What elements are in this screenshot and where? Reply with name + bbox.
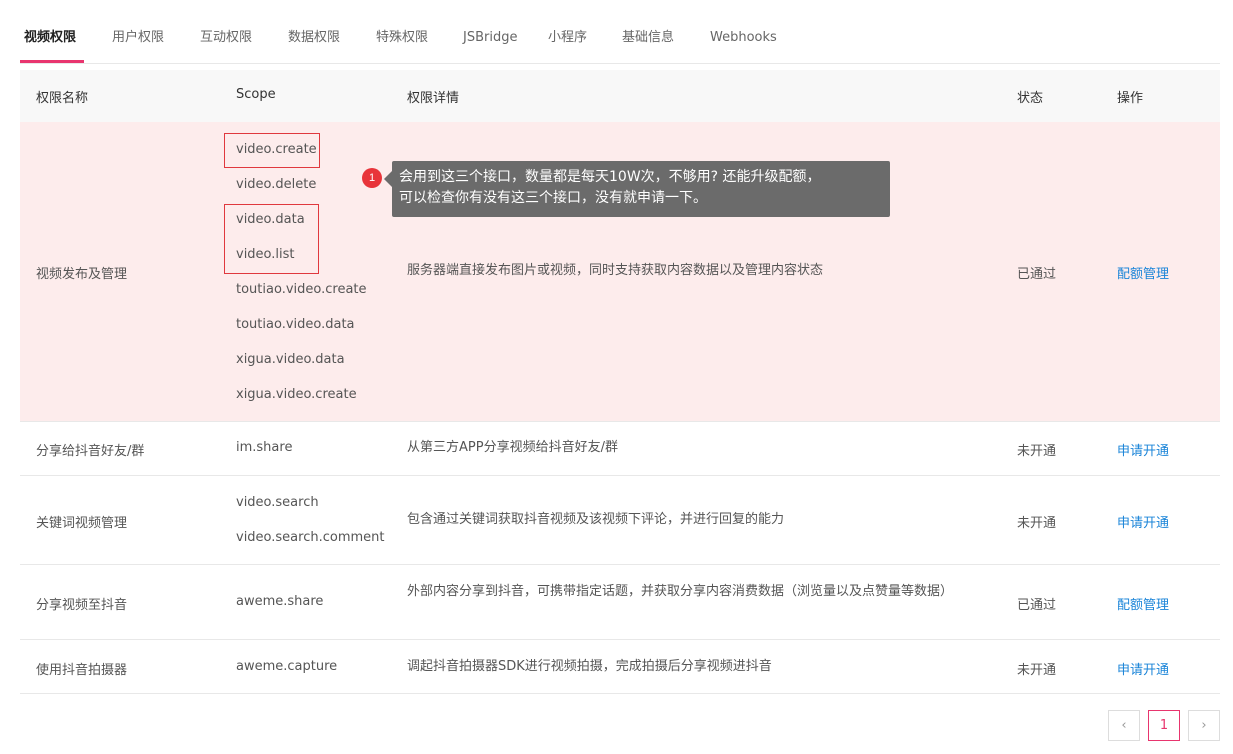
table-row: 分享视频至抖音 aweme.share 外部内容分享到抖音，可携带指定话题，并获… [20,565,1220,640]
status-badge: 未开通 [1017,444,1057,459]
tab-jsbridge[interactable]: JSBridge [463,28,517,48]
tab-bar: 视频权限 用户权限 互动权限 数据权限 特殊权限 JSBridge 小程序 基础… [20,0,1220,64]
scope-item: im.share [236,440,293,455]
scope-item: toutiao.video.data [236,317,355,332]
permission-name: 视频发布及管理 [36,267,128,282]
scope-item: video.search [236,495,319,510]
scope-item: aweme.capture [236,659,338,674]
prev-page-button[interactable]: ‹ [1108,710,1140,741]
table-row: 关键词视频管理 video.search video.search.commen… [20,476,1220,565]
apply-open-link[interactable]: 申请开通 [1117,512,1169,531]
permission-name: 分享视频至抖音 [36,598,128,613]
annotation-number-badge: 1 [362,168,382,188]
tab-basic-info[interactable]: 基础信息 [622,28,674,48]
tooltip-line: 可以检查你有没有这三个接口，没有就申请一下。 [399,190,707,206]
scope-item: xigua.video.create [236,387,357,402]
permission-name: 使用抖音拍摄器 [36,663,128,678]
status-badge: 已通过 [1017,267,1057,282]
tab-mini-program[interactable]: 小程序 [548,28,587,48]
status-badge: 未开通 [1017,663,1057,678]
table-row: 分享给抖音好友/群 im.share 从第三方APP分享视频给抖音好友/群 未开… [20,422,1220,476]
scope-item: video.delete [236,177,317,192]
tab-video-permissions[interactable]: 视频权限 [24,28,76,48]
tooltip-line: 会用到这三个接口，数量都是每天10W次，不够用? 还能升级配额， [399,169,821,185]
header-scope: Scope [236,87,276,102]
header-name: 权限名称 [36,91,89,106]
apply-open-link[interactable]: 申请开通 [1117,659,1169,678]
scope-item: toutiao.video.create [236,282,367,297]
scope-item: xigua.video.data [236,352,345,367]
header-action: 操作 [1117,91,1144,106]
permission-name: 分享给抖音好友/群 [36,444,145,459]
scope-item: aweme.share [236,594,324,609]
tab-special-permissions[interactable]: 特殊权限 [376,28,428,48]
permission-name: 关键词视频管理 [36,516,128,531]
tab-webhooks[interactable]: Webhooks [710,28,777,48]
header-status: 状态 [1017,91,1044,106]
annotation-highlight-box [224,204,319,274]
status-badge: 已通过 [1017,598,1057,613]
scope-item: video.search.comment [236,530,385,545]
permission-detail: 外部内容分享到抖音，可携带指定话题，并获取分享内容消费数据（浏览量以及点赞量等数… [407,584,954,599]
header-detail: 权限详情 [407,91,460,106]
permission-detail: 调起抖音拍摄器SDK进行视频拍摄，完成拍摄后分享视频进抖音 [407,659,772,674]
page-1-button[interactable]: 1 [1148,710,1180,741]
status-badge: 未开通 [1017,516,1057,531]
apply-open-link[interactable]: 申请开通 [1117,440,1169,459]
annotation-tooltip: 会用到这三个接口，数量都是每天10W次，不够用? 还能升级配额， 可以检查你有没… [392,161,890,217]
tab-interaction-permissions[interactable]: 互动权限 [200,28,252,48]
active-tab-indicator [20,60,84,63]
quota-manage-link[interactable]: 配额管理 [1117,263,1169,282]
table-row: 使用抖音拍摄器 aweme.capture 调起抖音拍摄器SDK进行视频拍摄，完… [20,640,1220,694]
table-header: 权限名称 Scope 权限详情 状态 操作 [20,70,1220,122]
annotation-highlight-box [224,133,320,168]
permission-detail: 服务器端直接发布图片或视频，同时支持获取内容数据以及管理内容状态 [407,263,824,278]
quota-manage-link[interactable]: 配额管理 [1117,594,1169,613]
tab-data-permissions[interactable]: 数据权限 [288,28,340,48]
tab-user-permissions[interactable]: 用户权限 [112,28,164,48]
tooltip-arrow [384,171,392,187]
next-page-button[interactable]: › [1188,710,1220,741]
permission-detail: 包含通过关键词获取抖音视频及该视频下评论，并进行回复的能力 [407,512,785,527]
permission-detail: 从第三方APP分享视频给抖音好友/群 [407,440,618,455]
